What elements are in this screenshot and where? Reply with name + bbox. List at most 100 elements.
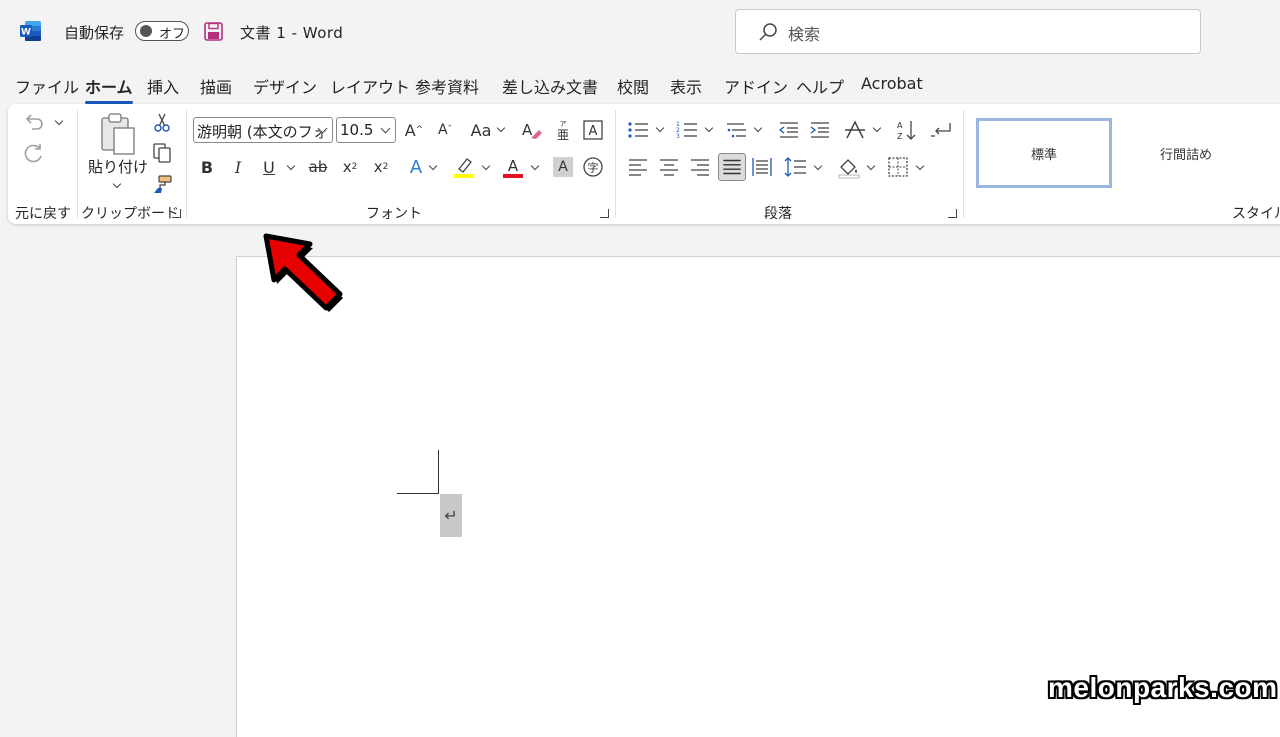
show-formatting-marks-icon[interactable] — [930, 118, 954, 142]
cut-icon[interactable] — [150, 110, 174, 134]
tab-help[interactable]: ヘルプ — [796, 74, 844, 98]
increase-indent-icon[interactable] — [808, 118, 832, 142]
tab-addins[interactable]: アドイン — [724, 74, 788, 98]
subscript-icon[interactable]: x2 — [338, 155, 362, 179]
search-box[interactable]: 検索 — [735, 9, 1201, 54]
svg-text:ア: ア — [560, 120, 567, 128]
document-title: 文書 1 - Word — [240, 24, 344, 42]
justify-icon[interactable] — [718, 153, 746, 181]
character-border-icon[interactable]: A — [581, 118, 605, 142]
distributed-icon[interactable] — [750, 155, 774, 179]
text-effects-icon[interactable]: A — [404, 155, 428, 179]
crop-mark-horizontal — [397, 493, 439, 494]
tab-file[interactable]: ファイル — [15, 74, 79, 98]
tab-mailings[interactable]: 差し込み文書 — [502, 74, 598, 98]
underline-icon[interactable]: U — [257, 155, 281, 179]
save-icon[interactable] — [204, 22, 223, 41]
paragraph-launcher-icon[interactable] — [948, 209, 957, 218]
borders-dropdown-icon[interactable] — [915, 162, 925, 172]
search-placeholder: 検索 — [788, 25, 821, 44]
tab-home[interactable]: ホーム — [85, 74, 133, 104]
undo-dropdown-icon[interactable] — [54, 117, 64, 127]
underline-dropdown-icon[interactable] — [286, 162, 296, 172]
group-label-font: フォント — [366, 206, 422, 222]
asian-layout-icon[interactable] — [843, 118, 867, 142]
paste-dropdown-icon[interactable] — [112, 180, 122, 190]
crop-mark-vertical — [438, 450, 439, 493]
strikethrough-icon[interactable]: ab — [306, 155, 330, 179]
shading-dropdown-icon[interactable] — [866, 162, 876, 172]
align-left-icon[interactable] — [626, 155, 650, 179]
bullets-dropdown-icon[interactable] — [655, 124, 665, 134]
shading-icon[interactable] — [837, 155, 861, 179]
search-icon — [759, 23, 777, 41]
autosave-state: オフ — [159, 27, 186, 42]
redo-icon[interactable] — [22, 141, 46, 165]
paragraph-mark[interactable]: ↵ — [440, 494, 462, 537]
undo-icon[interactable] — [22, 110, 46, 134]
svg-text:A: A — [522, 121, 533, 139]
line-spacing-dropdown-icon[interactable] — [813, 162, 823, 172]
multilevel-list-icon[interactable] — [724, 118, 748, 142]
bold-icon[interactable]: B — [195, 155, 219, 179]
text-effects-dropdown-icon[interactable] — [428, 162, 438, 172]
svg-text:A: A — [897, 121, 903, 130]
line-spacing-icon[interactable] — [784, 155, 808, 179]
format-painter-icon[interactable] — [150, 172, 174, 196]
font-size-combo[interactable]: 10.5 — [336, 117, 396, 143]
font-name-combo[interactable]: 游明朝 (本文のフォ — [193, 117, 333, 143]
font-size-dropdown-icon[interactable] — [380, 123, 391, 134]
borders-icon[interactable] — [886, 155, 910, 179]
style-no-spacing[interactable]: 行間詰め — [1118, 118, 1254, 188]
enclose-characters-icon[interactable]: 字 — [581, 155, 605, 179]
align-right-icon[interactable] — [688, 155, 712, 179]
tab-review[interactable]: 校閲 — [617, 74, 649, 98]
align-center-icon[interactable] — [657, 155, 681, 179]
highlight-color-icon[interactable] — [452, 155, 476, 179]
sort-icon[interactable]: AZ — [895, 118, 919, 142]
paste-label[interactable]: 貼り付け — [88, 156, 148, 177]
phonetic-guide-icon[interactable]: ア 亜 — [551, 118, 575, 142]
character-shading-icon[interactable]: A — [553, 157, 573, 177]
numbering-icon[interactable]: 123 — [675, 118, 699, 142]
clipboard-launcher-icon[interactable] — [172, 209, 181, 218]
svg-text:亜: 亜 — [557, 128, 569, 142]
group-separator — [963, 110, 964, 218]
tab-references[interactable]: 参考資料 — [415, 74, 479, 98]
font-name-value: 游明朝 (本文のフォ — [197, 123, 328, 141]
font-color-icon[interactable]: A — [501, 155, 525, 179]
superscript-icon[interactable]: x2 — [369, 155, 393, 179]
tab-design[interactable]: デザイン — [253, 74, 317, 98]
ribbon: 元に戻す 貼り付け クリップボード 游明朝 (本文のフォ 10.5 A ^ Aˇ … — [8, 104, 1280, 224]
decrease-indent-icon[interactable] — [777, 118, 801, 142]
font-launcher-icon[interactable] — [600, 209, 609, 218]
bullets-icon[interactable] — [626, 118, 650, 142]
tab-insert[interactable]: 挿入 — [147, 74, 179, 98]
grow-font-icon[interactable]: A ^ — [402, 118, 426, 142]
document-page[interactable] — [236, 256, 1280, 737]
svg-text:A: A — [508, 157, 519, 175]
tab-layout[interactable]: レイアウト — [330, 74, 410, 98]
italic-icon[interactable]: I — [226, 155, 250, 179]
toggle-knob — [140, 25, 152, 37]
autosave-label: 自動保存 — [64, 24, 125, 42]
change-case-icon[interactable]: Aa — [468, 118, 494, 142]
numbering-dropdown-icon[interactable] — [704, 124, 714, 134]
highlight-dropdown-icon[interactable] — [481, 162, 491, 172]
shrink-font-icon[interactable]: Aˇ — [433, 118, 457, 142]
autosave-toggle[interactable]: オフ — [135, 21, 189, 42]
copy-icon[interactable] — [150, 141, 174, 165]
multilevel-dropdown-icon[interactable] — [753, 124, 763, 134]
change-case-dropdown-icon[interactable] — [496, 124, 506, 134]
word-logo-icon: W — [20, 21, 41, 41]
asian-layout-dropdown-icon[interactable] — [872, 124, 882, 134]
paste-icon[interactable] — [98, 112, 138, 156]
style-normal[interactable]: 標準 — [976, 118, 1112, 188]
svg-text:字: 字 — [588, 161, 599, 175]
group-separator — [186, 110, 187, 218]
tab-draw[interactable]: 描画 — [200, 74, 232, 98]
tab-acrobat[interactable]: Acrobat — [861, 74, 923, 93]
font-color-dropdown-icon[interactable] — [530, 162, 540, 172]
tab-view[interactable]: 表示 — [670, 74, 702, 98]
clear-formatting-icon[interactable]: A — [519, 118, 543, 142]
